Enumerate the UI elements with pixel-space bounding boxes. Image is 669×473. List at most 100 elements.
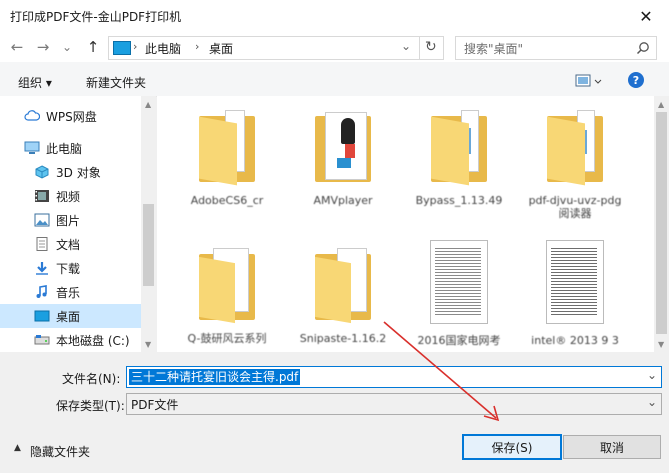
sidebar-item-videos[interactable]: 视频: [0, 184, 156, 208]
scroll-up-arrow[interactable]: ▲: [145, 100, 151, 109]
sidebar-item-documents[interactable]: 文档: [0, 232, 156, 256]
sidebar-item-3d-objects[interactable]: 3D 对象: [0, 160, 156, 184]
pdf-document-icon: [430, 240, 488, 324]
picture-icon: [34, 213, 50, 227]
file-name: Bypass_1.13.49: [415, 194, 503, 207]
folder-icon: [315, 248, 371, 324]
address-bar[interactable]: › 此电脑 › 桌面 ⌄ ↻: [108, 36, 444, 60]
close-button[interactable]: ✕: [623, 0, 669, 32]
file-name: Q-鼓研风云系列: [187, 332, 267, 345]
cloud-icon: [24, 110, 40, 121]
sidebar-item-label: 下载: [56, 261, 81, 276]
sidebar-item-label: 此电脑: [46, 141, 83, 156]
arrow-right-icon: →: [36, 38, 50, 56]
back-button[interactable]: ←: [6, 36, 28, 58]
file-item[interactable]: pdf-djvu-uvz-pdg阅读器: [527, 96, 623, 226]
music-icon: [36, 285, 47, 298]
chevron-up-icon[interactable]: ▲: [14, 443, 21, 453]
sidebar-item-downloads[interactable]: 下载: [0, 256, 156, 280]
scroll-down-arrow[interactable]: ▼: [658, 340, 664, 349]
app-folder-icon: [315, 110, 371, 184]
content-scrollbar[interactable]: ▲ ▼: [654, 96, 669, 352]
sidebar-item-music[interactable]: 音乐: [0, 280, 156, 304]
search-input[interactable]: 搜索"桌面": [464, 40, 523, 57]
search-box[interactable]: 搜索"桌面": [455, 36, 657, 60]
search-icon[interactable]: [636, 41, 650, 55]
file-item[interactable]: AMVplayer: [295, 96, 391, 226]
arrow-up-icon: ↑: [86, 38, 100, 56]
file-name: Snipaste-1.16.2: [299, 332, 387, 345]
sidebar-item-label: 音乐: [56, 285, 81, 300]
file-item[interactable]: Q-鼓研风云系列: [179, 234, 275, 352]
up-button[interactable]: ↑: [82, 36, 104, 58]
file-name: AMVplayer: [313, 194, 373, 207]
scroll-up-arrow[interactable]: ▲: [658, 100, 664, 109]
view-large-icons-icon: [575, 74, 602, 87]
sidebar-item-wps-drive[interactable]: WPS网盘: [0, 104, 156, 128]
computer-icon: [24, 141, 40, 154]
path-separator: ›: [133, 40, 138, 53]
video-icon: [35, 190, 49, 202]
desktop-icon: [34, 310, 50, 322]
file-name: pdf-djvu-uvz-pdg阅读器: [528, 194, 622, 220]
filetype-label: 保存类型(T):: [56, 399, 125, 413]
sidebar-item-label: 3D 对象: [56, 165, 101, 180]
sidebar-scroll-thumb[interactable]: [143, 204, 154, 286]
new-folder-button[interactable]: 新建文件夹: [86, 74, 146, 91]
sidebar-item-desktop[interactable]: 桌面: [0, 304, 156, 328]
document-icon: [36, 237, 48, 251]
cube-icon: [35, 165, 49, 179]
folder-icon: [199, 110, 255, 186]
file-name: AdobeCS6_cr: [190, 194, 264, 207]
address-dropdown[interactable]: ⌄: [401, 39, 411, 53]
filename-label: 文件名(N):: [62, 372, 121, 386]
sidebar-item-pictures[interactable]: 图片: [0, 208, 156, 232]
sidebar-item-label: WPS网盘: [46, 109, 97, 124]
hide-folders-toggle[interactable]: 隐藏文件夹: [30, 443, 90, 460]
organize-button[interactable]: 组织 ▾: [18, 74, 52, 91]
folder-icon: [431, 110, 487, 186]
pdf-document-icon: [546, 240, 604, 324]
annotation-arrow: [383, 321, 500, 422]
file-name: intel® 2013 9 3: [531, 334, 619, 347]
navigation-pane: WPS网盘 此电脑 3D 对象 视频 图片 文档 下载 音乐 桌面 本地磁盘 (…: [0, 96, 156, 352]
content-scroll-thumb[interactable]: [656, 112, 667, 334]
breadcrumb-desktop[interactable]: 桌面: [209, 40, 233, 57]
forward-button[interactable]: →: [32, 36, 54, 58]
sidebar-item-label: 图片: [56, 213, 81, 228]
cancel-button[interactable]: 取消: [563, 435, 661, 459]
desktop-icon: [113, 41, 131, 55]
help-button[interactable]: ?: [628, 72, 644, 88]
window-title: 打印成PDF文件-金山PDF打印机: [10, 10, 182, 24]
chevron-down-icon: ⌄: [61, 40, 73, 54]
chevron-down-icon[interactable]: ⌄: [647, 368, 657, 382]
sidebar-item-label: 视频: [56, 189, 81, 204]
file-item[interactable]: AdobeCS6_cr: [179, 96, 275, 226]
file-item[interactable]: Bypass_1.13.49: [411, 96, 507, 226]
refresh-button[interactable]: ↻: [425, 39, 437, 55]
sidebar-scrollbar[interactable]: ▲ ▼: [141, 96, 156, 352]
scroll-down-arrow[interactable]: ▼: [145, 340, 151, 349]
folder-icon: [547, 110, 603, 186]
chevron-down-icon[interactable]: ⌄: [647, 395, 657, 409]
filename-value: 三十二种请托宴旧谈会主得.pdf: [129, 369, 301, 385]
address-divider: [419, 37, 420, 59]
file-list: AdobeCS6_cr AMVplayer Bypass_1.13.49 pdf…: [157, 96, 654, 352]
sidebar-item-local-disk[interactable]: 本地磁盘 (C:): [0, 328, 156, 352]
breadcrumb-this-pc[interactable]: 此电脑: [145, 40, 181, 57]
folder-icon: [199, 248, 255, 324]
sidebar-item-this-pc[interactable]: 此电脑: [0, 136, 156, 160]
close-icon: ✕: [639, 6, 653, 26]
sidebar-item-label: 文档: [56, 237, 81, 252]
arrow-left-icon: ←: [10, 38, 24, 56]
recent-locations-button[interactable]: ⌄: [58, 36, 76, 58]
sidebar-item-label: 桌面: [56, 309, 81, 324]
path-separator: ›: [195, 40, 200, 53]
save-button[interactable]: 保存(S): [462, 434, 562, 460]
file-item[interactable]: intel® 2013 9 3: [527, 234, 623, 352]
sidebar-item-label: 本地磁盘 (C:): [56, 333, 130, 348]
change-view-button[interactable]: [574, 73, 602, 89]
file-item[interactable]: Snipaste-1.16.2: [295, 234, 391, 352]
download-icon: [36, 262, 48, 275]
disk-icon: [34, 335, 50, 345]
